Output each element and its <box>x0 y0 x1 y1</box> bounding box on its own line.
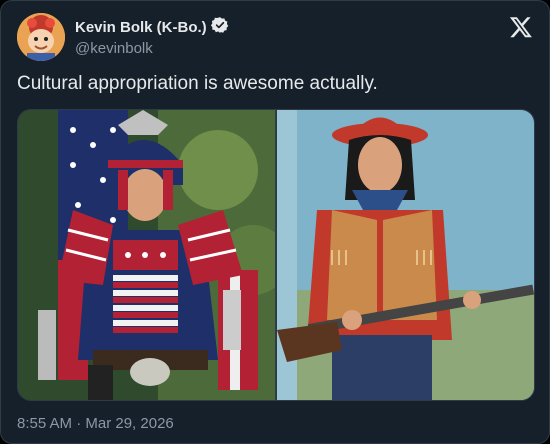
author-info: Kevin Bolk (K-Bo.) @kevinbolk <box>75 16 229 57</box>
tweet-header: Kevin Bolk (K-Bo.) @kevinbolk <box>17 13 533 63</box>
verified-badge-icon <box>210 16 229 39</box>
photo-child-cowboy-costume-rifle[interactable] <box>277 110 534 400</box>
x-logo-icon[interactable] <box>509 15 533 39</box>
author-avatar[interactable] <box>17 13 65 61</box>
tweet-timestamp[interactable]: 8:55 AM · Mar 29, 2026 <box>17 415 174 432</box>
photo-samurai-armor-american-flag[interactable] <box>18 110 275 400</box>
author-display-name[interactable]: Kevin Bolk (K-Bo.) <box>75 19 207 36</box>
tweet-text: Cultural appropriation is awesome actual… <box>17 73 378 94</box>
tweet-media[interactable] <box>17 109 535 401</box>
author-handle[interactable]: @kevinbolk <box>75 40 229 57</box>
tweet-card: Kevin Bolk (K-Bo.) @kevinbolk Cultural a… <box>0 0 550 444</box>
